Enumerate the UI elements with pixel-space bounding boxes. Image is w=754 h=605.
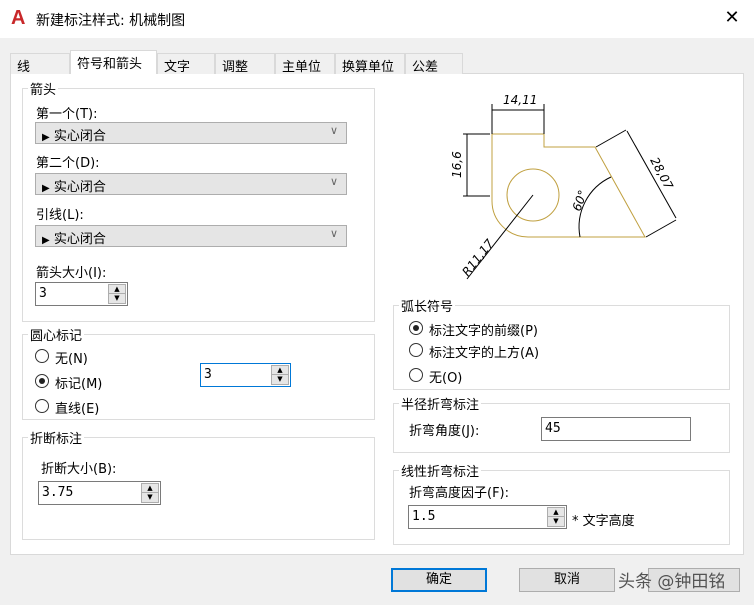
arc-prefix-label: 标注文字的前缀(P) (429, 324, 538, 339)
linear-jog-group-label: 线性折弯标注 (399, 461, 482, 480)
preview-dimensions (463, 104, 677, 280)
arc-none-label: 无(O) (429, 371, 463, 386)
dim-left-text: 16,6 (450, 151, 464, 178)
arc-length-group-label: 弧长符号 (399, 296, 456, 315)
jog-angle-input[interactable]: 45 (541, 417, 691, 441)
tab-symbols-arrows[interactable]: 符号和箭头 (70, 50, 157, 74)
arc-none-radio[interactable] (409, 368, 423, 382)
watermark: 头条 @钟田铭 (618, 572, 726, 592)
ok-button[interactable]: 确定 (391, 568, 487, 592)
dim-radius-text: R11,17 (459, 236, 497, 279)
arc-above-label: 标注文字的上方(A) (429, 346, 540, 361)
jog-angle-value: 45 (545, 421, 561, 436)
text-height-suffix: * 文字高度 (572, 514, 635, 529)
jog-height-factor-stepper[interactable]: 1.5 ▲ ▼ (408, 505, 567, 529)
arc-prefix-radio[interactable] (409, 321, 423, 335)
dim-angle-text: 60° (570, 188, 590, 213)
radius-jog-group-label: 半径折弯标注 (399, 394, 482, 413)
preview-part-outline (491, 133, 646, 238)
cancel-button[interactable]: 取消 (519, 568, 615, 592)
arc-above-radio[interactable] (409, 343, 423, 357)
jog-height-factor-value: 1.5 (412, 509, 436, 524)
spin-down-icon[interactable]: ▼ (548, 517, 564, 526)
jog-height-factor-label: 折弯高度因子(F): (409, 486, 510, 501)
dim-right-text: 28,07 (647, 155, 676, 192)
dim-top-text: 14,11 (503, 93, 537, 107)
jog-angle-label: 折弯角度(J): (409, 424, 480, 439)
spin-up-icon[interactable]: ▲ (548, 508, 564, 517)
